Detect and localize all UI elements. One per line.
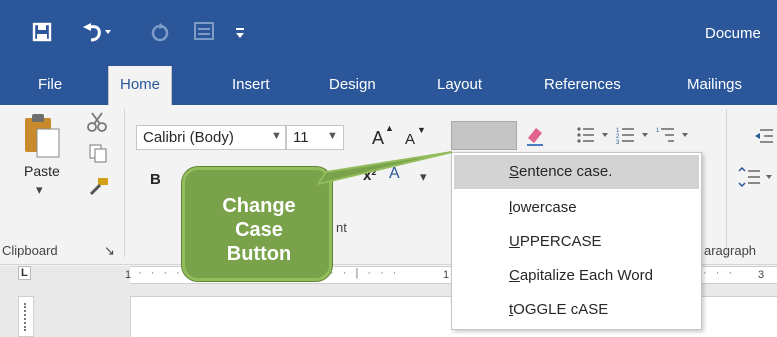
paste-dropdown-icon[interactable]: ▾ — [36, 182, 43, 198]
bold-button[interactable]: B — [150, 171, 161, 188]
ruler-ticks: · · · — [703, 267, 736, 279]
paragraph-group-label: aragraph — [704, 243, 757, 258]
clipboard-launcher-icon[interactable]: ↘ — [104, 243, 115, 259]
save-icon[interactable] — [32, 22, 52, 46]
undo-icon[interactable] — [78, 20, 112, 46]
menu-item-label: apitalize Each Word — [519, 267, 653, 284]
paste-button[interactable]: Paste — [24, 163, 60, 179]
ruler-mark: 1 — [443, 269, 450, 281]
font-name-dropdown[interactable]: Calibri (Body) ▼ — [136, 125, 286, 150]
decrease-indent-icon[interactable] — [754, 127, 774, 150]
chevron-down-icon: ▼ — [271, 130, 282, 142]
menu-item-lowercase[interactable]: lowercase — [454, 191, 699, 225]
vertical-ruler[interactable] — [18, 296, 34, 337]
tab-selector[interactable]: L — [18, 266, 31, 280]
multilevel-list-icon[interactable]: 1 — [656, 125, 696, 150]
accelerator-key: C — [509, 267, 520, 284]
accelerator-key: U — [509, 233, 520, 250]
tab-file[interactable]: File — [38, 76, 62, 93]
cut-icon[interactable] — [86, 111, 108, 138]
ruler-ticks: · · · · — [138, 267, 183, 279]
title-bar: Docume — [0, 0, 777, 66]
menu-item-uppercase[interactable]: UPPERCASE — [454, 225, 699, 259]
font-size-value: 11 — [293, 129, 309, 146]
tab-mailings[interactable]: Mailings — [687, 76, 742, 93]
menu-item-label: OGGLE cASE — [513, 301, 609, 318]
copy-icon[interactable] — [88, 143, 108, 168]
callout-text: Change Case Button — [222, 195, 296, 265]
change-case-callout: Change Case Button — [182, 167, 332, 281]
accelerator-key: S — [509, 163, 520, 180]
menu-item-capitalize-each-word[interactable]: Capitalize Each Word — [454, 259, 699, 293]
shrink-font-button[interactable]: A — [405, 131, 415, 148]
customize-quick-access-icon[interactable] — [235, 24, 245, 44]
grow-font-button[interactable]: A — [372, 128, 384, 149]
tab-design[interactable]: Design — [329, 76, 376, 93]
form-icon[interactable] — [194, 22, 214, 44]
clear-formatting-icon[interactable] — [524, 124, 546, 153]
ruler-ticks: · · | · · · — [330, 267, 400, 279]
font-group-label: nt — [336, 220, 347, 235]
format-painter-icon[interactable] — [86, 177, 110, 202]
svg-text:1: 1 — [656, 128, 660, 134]
menu-item-label: PPERCASE — [519, 233, 602, 250]
menu-item-sentence-case[interactable]: Sentence case. — [454, 155, 699, 189]
clipboard-group-label: Clipboard — [2, 243, 58, 258]
change-case-menu: Sentence case. lowercase UPPERCASE Capit… — [451, 152, 702, 330]
menu-item-toggle-case[interactable]: tOGGLE cASE — [454, 293, 699, 327]
menu-item-label: owercase — [512, 199, 577, 216]
font-name-value: Calibri (Body) — [143, 129, 234, 146]
ruler-mark: 1 — [125, 269, 132, 281]
ribbon-tabs: File Home Insert Design Layout Reference… — [0, 66, 777, 105]
document-title: Docume — [705, 25, 761, 42]
numbering-icon[interactable]: 123 — [616, 125, 654, 150]
vertical-ruler-ticks — [24, 303, 27, 331]
group-divider — [726, 109, 727, 257]
shrink-arrow-icon: ▼ — [417, 125, 426, 135]
group-divider — [124, 109, 125, 257]
redo-icon[interactable] — [150, 22, 170, 46]
svg-text:3: 3 — [616, 140, 620, 145]
line-spacing-icon[interactable] — [736, 166, 776, 192]
paste-icon[interactable] — [22, 113, 62, 164]
tab-layout[interactable]: Layout — [437, 76, 482, 93]
tab-home[interactable]: Home — [108, 66, 173, 105]
menu-item-label: entence case. — [519, 163, 613, 180]
chevron-down-icon: ▼ — [327, 130, 338, 142]
tab-insert[interactable]: Insert — [232, 76, 270, 93]
tab-references[interactable]: References — [544, 76, 621, 93]
font-size-dropdown[interactable]: 11 ▼ — [286, 125, 344, 150]
change-case-active-highlight — [451, 121, 517, 150]
callout-pointer — [318, 151, 453, 186]
grow-arrow-icon: ▲ — [385, 123, 394, 133]
ruler-mark: 3 — [758, 269, 765, 281]
bullets-icon[interactable] — [576, 125, 614, 150]
